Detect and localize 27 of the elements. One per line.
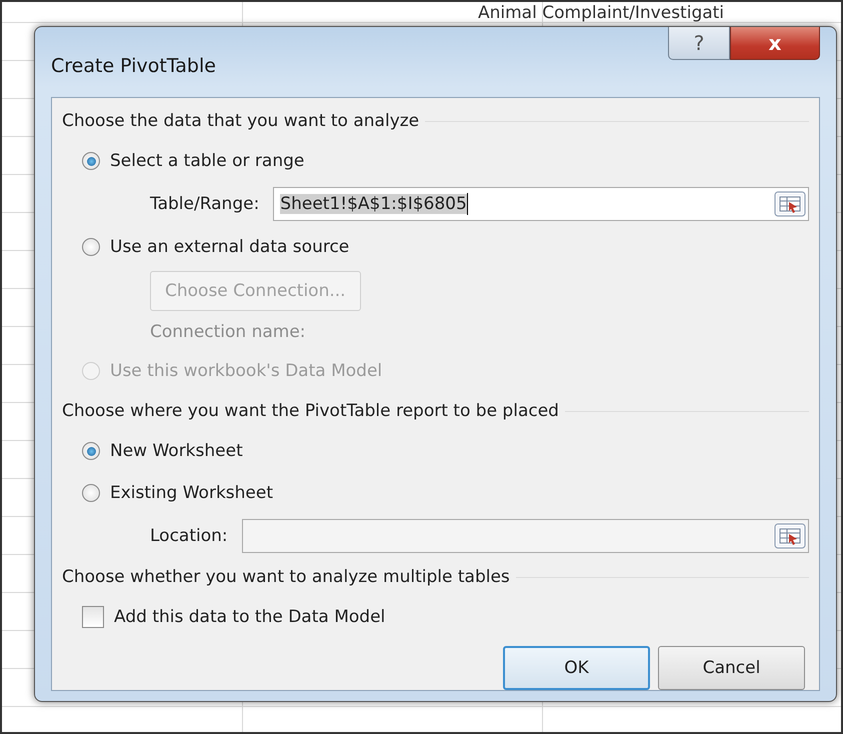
connection-name-label: Connection name:: [150, 322, 306, 342]
checkbox-label: Add this data to the Data Model: [114, 607, 386, 627]
cell-text: Animal Complaint/Investigati: [478, 3, 724, 23]
radio-button[interactable]: [82, 238, 100, 256]
ok-button[interactable]: OK: [503, 646, 650, 690]
section-heading: Choose the data that you want to analyze: [62, 111, 420, 131]
radio-button[interactable]: [82, 152, 100, 170]
checkbox[interactable]: [82, 606, 104, 628]
window-title: Create PivotTable: [51, 55, 216, 77]
close-button[interactable]: x: [730, 27, 820, 60]
cancel-button[interactable]: Cancel: [658, 646, 805, 690]
location-field[interactable]: [242, 519, 809, 553]
help-button[interactable]: ?: [668, 27, 730, 60]
radio-label: Select a table or range: [110, 151, 304, 171]
radio-button[interactable]: [82, 442, 100, 460]
section-heading: Choose where you want the PivotTable report to be placed: [62, 401, 559, 421]
radio-label: Use an external data source: [110, 237, 350, 257]
field-label: Table/Range:: [150, 194, 260, 214]
range-picker-icon[interactable]: [774, 523, 806, 549]
field-label: Location:: [150, 526, 228, 546]
radio-label: Existing Worksheet: [110, 483, 274, 503]
range-field[interactable]: Sheet1!$A$1:$I$6805: [273, 187, 809, 221]
section-heading: Choose whether you want to analyze multiple tables: [62, 567, 510, 587]
radio-button[interactable]: [82, 484, 100, 502]
radio-label: New Worksheet: [110, 441, 243, 461]
range-picker-icon[interactable]: [774, 191, 806, 217]
radio-label: Use this workbook's Data Model: [110, 361, 382, 381]
